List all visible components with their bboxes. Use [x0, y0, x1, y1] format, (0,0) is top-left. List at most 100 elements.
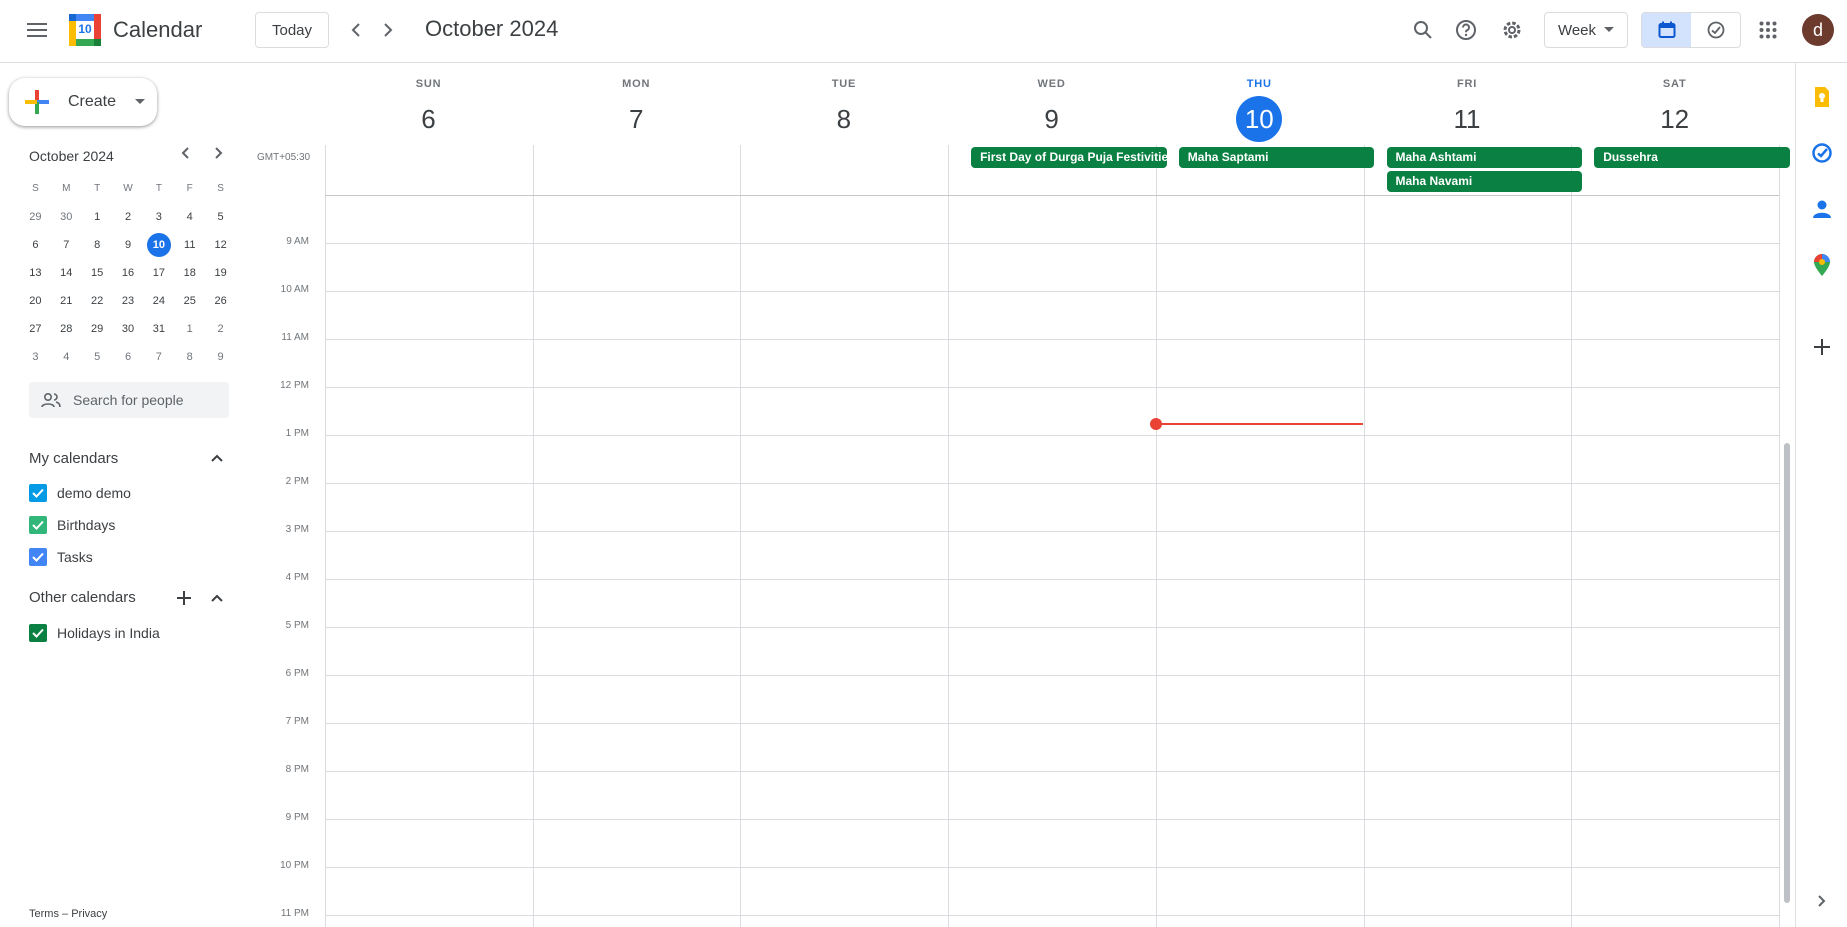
terms-link[interactable]: Terms [29, 908, 59, 920]
day-number[interactable]: 8 [740, 96, 947, 142]
other-calendars-title[interactable]: Other calendars [29, 589, 136, 606]
day-header-thu[interactable]: THU 10 [1156, 64, 1363, 142]
day-header-wed[interactable]: WED 9 [948, 64, 1155, 142]
mini-day[interactable]: 3 [20, 345, 51, 369]
mini-next-month-button[interactable] [203, 137, 235, 169]
mini-day[interactable]: 30 [51, 205, 82, 229]
calendar-item-birthdays[interactable]: Birthdays [29, 516, 115, 534]
checkbox-checked-icon[interactable] [29, 548, 47, 566]
all-day-event[interactable]: Maha Ashtami [1386, 147, 1583, 168]
mini-day[interactable]: 2 [205, 317, 236, 341]
mini-day[interactable]: 8 [82, 233, 113, 257]
today-button[interactable]: Today [255, 12, 330, 48]
mini-day[interactable]: 22 [82, 289, 113, 313]
grid-scrollbar[interactable] [1784, 443, 1790, 903]
mini-day[interactable]: 27 [20, 317, 51, 341]
create-button[interactable]: Create [9, 78, 157, 126]
mini-day[interactable]: 5 [82, 345, 113, 369]
main-menu-icon[interactable] [17, 10, 57, 50]
add-other-calendar-button[interactable] [168, 578, 200, 618]
mini-day[interactable]: 15 [82, 261, 113, 285]
mini-day[interactable]: 10 [143, 233, 174, 257]
mini-day[interactable]: 29 [20, 205, 51, 229]
day-number[interactable]: 12 [1571, 96, 1778, 142]
mini-day[interactable]: 4 [51, 345, 82, 369]
mini-day[interactable]: 9 [113, 233, 144, 257]
help-button[interactable] [1446, 10, 1486, 50]
mini-day[interactable]: 12 [205, 233, 236, 257]
day-number[interactable]: 11 [1364, 96, 1571, 142]
mini-day[interactable]: 1 [82, 205, 113, 229]
collapse-other-calendars-button[interactable] [201, 578, 233, 618]
day-number[interactable]: 10 [1156, 96, 1363, 142]
all-day-event[interactable]: Maha Navami [1386, 171, 1583, 192]
calendar-item-holidays[interactable]: Holidays in India [29, 624, 160, 642]
hide-side-panel-button[interactable] [1802, 881, 1842, 921]
apps-button[interactable] [1748, 10, 1788, 50]
day-header-tue[interactable]: TUE 8 [740, 64, 947, 142]
mini-day[interactable]: 6 [20, 233, 51, 257]
contacts-app-button[interactable] [1802, 189, 1842, 229]
mini-day[interactable]: 23 [113, 289, 144, 313]
mini-day[interactable]: 9 [205, 345, 236, 369]
mini-day[interactable]: 17 [143, 261, 174, 285]
checkbox-checked-icon[interactable] [29, 624, 47, 642]
mini-day[interactable]: 14 [51, 261, 82, 285]
maps-app-button[interactable] [1802, 245, 1842, 285]
calendar-view-toggle[interactable] [1642, 13, 1691, 47]
mini-day[interactable]: 19 [205, 261, 236, 285]
day-number[interactable]: 6 [325, 96, 532, 142]
my-calendars-title[interactable]: My calendars [29, 450, 118, 467]
mini-day[interactable]: 30 [113, 317, 144, 341]
privacy-link[interactable]: Privacy [71, 908, 107, 920]
search-people-input[interactable]: Search for people [29, 382, 229, 418]
day-header-mon[interactable]: MON 7 [533, 64, 740, 142]
day-header-sun[interactable]: SUN 6 [325, 64, 532, 142]
mini-day[interactable]: 26 [205, 289, 236, 313]
view-selector[interactable]: Week [1544, 12, 1628, 48]
mini-day[interactable]: 7 [143, 345, 174, 369]
mini-day[interactable]: 24 [143, 289, 174, 313]
mini-day[interactable]: 3 [143, 205, 174, 229]
mini-day[interactable]: 1 [174, 317, 205, 341]
calendar-logo-icon[interactable]: 10 [69, 14, 101, 46]
mini-day[interactable]: 13 [20, 261, 51, 285]
all-day-event[interactable]: Dussehra [1594, 147, 1790, 168]
mini-day[interactable]: 29 [82, 317, 113, 341]
app-title[interactable]: Calendar [113, 17, 202, 43]
mini-day[interactable]: 18 [174, 261, 205, 285]
day-header-fri[interactable]: FRI 11 [1364, 64, 1571, 142]
tasks-view-toggle[interactable] [1691, 13, 1740, 47]
checkbox-checked-icon[interactable] [29, 516, 47, 534]
mini-day[interactable]: 5 [205, 205, 236, 229]
mini-day[interactable]: 25 [174, 289, 205, 313]
mini-day[interactable]: 16 [113, 261, 144, 285]
search-button[interactable] [1403, 10, 1443, 50]
mini-day[interactable]: 21 [51, 289, 82, 313]
tasks-app-button[interactable] [1802, 133, 1842, 173]
mini-day[interactable]: 2 [113, 205, 144, 229]
calendar-item-demo[interactable]: demo demo [29, 484, 131, 502]
mini-day[interactable]: 11 [174, 233, 205, 257]
day-number[interactable]: 9 [948, 96, 1155, 142]
day-header-sat[interactable]: SAT 12 [1571, 64, 1778, 142]
mini-day[interactable]: 6 [113, 345, 144, 369]
mini-day[interactable]: 20 [20, 289, 51, 313]
checkbox-checked-icon[interactable] [29, 484, 47, 502]
mini-day[interactable]: 7 [51, 233, 82, 257]
day-number[interactable]: 7 [533, 96, 740, 142]
mini-day[interactable]: 4 [174, 205, 205, 229]
all-day-event[interactable]: First Day of Durga Puja Festivities [971, 147, 1167, 168]
settings-button[interactable] [1492, 10, 1532, 50]
get-addons-button[interactable] [1802, 327, 1842, 367]
keep-app-button[interactable] [1802, 77, 1842, 117]
calendar-item-tasks[interactable]: Tasks [29, 548, 93, 566]
mini-prev-month-button[interactable] [169, 137, 201, 169]
account-avatar[interactable]: d [1802, 14, 1834, 46]
next-week-button[interactable] [368, 10, 408, 50]
mini-day[interactable]: 8 [174, 345, 205, 369]
all-day-event[interactable]: Maha Saptami [1178, 147, 1375, 168]
mini-day[interactable]: 28 [51, 317, 82, 341]
collapse-my-calendars-button[interactable] [201, 438, 233, 478]
mini-day[interactable]: 31 [143, 317, 174, 341]
